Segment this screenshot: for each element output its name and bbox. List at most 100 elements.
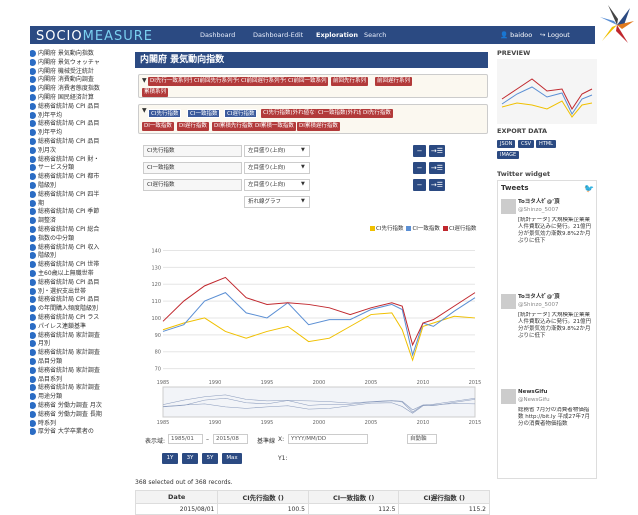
nav-dashboard-edit[interactable]: Dashboard-Edit [253,31,303,39]
sidebar-item[interactable]: 総務省統計局 家計調査 [30,366,130,375]
col-ci-coincident[interactable]: CI一致指数 () [307,490,400,504]
tweet-author[interactable]: Toヨタ人ｾﾞ@'頂 [518,199,594,206]
export-image-button[interactable]: IMAGE [497,151,520,159]
series-chip[interactable]: DI累積一致指数 [253,122,296,131]
sidebar-item[interactable]: 時系列 [30,419,130,428]
range-from-input[interactable]: 1985/01 [168,434,203,444]
nav-exploration[interactable]: Exploration [316,31,358,39]
sidebar-item[interactable]: の年間購入頻度階級別 [30,305,130,313]
sidebar-item[interactable]: 総務省統計局 CPI 総合 [30,226,130,234]
sidebar-item[interactable]: 別・選択支出世帯 [30,287,130,296]
sidebar-item[interactable]: 総務省統計局 CPI 四半 [30,190,130,199]
dataset-icon [30,375,36,383]
remove-series-button[interactable]: − [413,179,426,191]
category-chip[interactable]: 前回遅行系列 [375,77,413,86]
series-chip[interactable]: DI累積遅行指数 [297,122,340,131]
logout-link[interactable]: ↪ Logout [540,31,570,39]
sidebar-item[interactable]: 調整済 [30,217,130,225]
dataset-icon [30,129,36,137]
col-ci-lagging[interactable]: CI遅行指数 () [398,490,490,504]
tweet-author[interactable]: Toヨタ人ｾﾞ@'頂 [518,294,594,301]
zoom-max-button[interactable]: Max [222,453,242,464]
series-chip[interactable]: DI累積先行指数 [212,122,255,131]
series-chip[interactable]: DI一致指数 [142,122,174,131]
sidebar-item[interactable]: 総務省統計局 家計調査 [30,349,130,357]
category-chip[interactable]: CI前回遅行系列予想 [239,77,293,86]
export-html-button[interactable]: HTML [536,140,556,148]
sidebar-item[interactable]: 内閣府 景気ウォッチャ [30,58,130,67]
sidebar-item[interactable]: サービス分類 [30,164,130,172]
sidebar-item[interactable]: 期 [30,199,130,208]
sidebar-item[interactable]: 用途分類 [30,393,130,401]
sidebar-item[interactable]: 総務省統計局 CPI 品目 [30,102,130,111]
sidebar-item[interactable]: 総務省統計局 CPI 品目 [30,278,130,287]
sidebar-item[interactable]: 内閣府 国民経済計算 [30,94,130,102]
category-chip[interactable]: CI前回一致系列 [286,77,329,86]
sidebar-item[interactable]: 総務省統計局 家計調査 [30,384,130,392]
sidebar-item[interactable]: 内閣府 消費者態度指数 [30,85,130,93]
sidebar-item[interactable]: 総務省統計局 CPI 財・ [30,155,130,164]
sidebar-item[interactable]: 指数の中分類 [30,234,130,243]
nav-dashboard[interactable]: Dashboard [200,31,235,39]
sidebar-item[interactable]: 総務省 労働力調査 長期 [30,410,130,419]
sidebar-item[interactable]: 別年平均 [30,129,130,137]
category-chip[interactable]: 前回先行系列 [331,77,369,86]
sidebar-item[interactable]: 品目系列 [30,375,130,384]
sidebar-item[interactable]: 階級別 [30,252,130,260]
sidebar-item[interactable]: 階級別 [30,182,130,190]
series-chip[interactable]: CI遅行指数 [224,109,258,118]
sidebar-item[interactable]: 総務省統計局 CPI 収入 [30,243,130,252]
move-series-button[interactable]: →☰ [429,145,445,157]
category-chip[interactable]: 累積系列 [142,88,169,97]
logo[interactable]: SOCIOMEASURE [36,29,153,44]
series-chip[interactable]: CI先行指数 [148,109,182,118]
tweet-handle[interactable]: @Shinzo_5007 [518,302,594,309]
series-chip[interactable]: DI先行指数 [361,109,393,118]
nav-search[interactable]: Search [364,31,386,39]
baseline-x-input[interactable]: YYYY/MM/DD [288,434,368,444]
series-chip[interactable]: DI遅行指数 [177,122,209,131]
sidebar-item[interactable]: 別月次 [30,146,130,155]
sidebar-item[interactable]: 別年平均 [30,111,130,120]
series-chip[interactable]: CI一致指数 [187,109,221,118]
move-series-button[interactable]: →☰ [429,162,445,174]
zoom-1y-button[interactable]: 1Y [162,453,178,464]
sidebar-item[interactable]: 内閣府 消費動向調査 [30,76,130,84]
sidebar-item[interactable]: 品目分類 [30,358,130,366]
sidebar-item[interactable]: 厚労省 大学卒業者の [30,428,130,436]
expand-chevron-icon[interactable]: ▼ [142,77,147,84]
category-chip[interactable]: CI前回先行系列予想 [192,77,246,86]
move-series-button[interactable]: →☰ [429,179,445,191]
sidebar-item[interactable]: 主60歳以上無職世帯 [30,270,130,278]
sidebar-item[interactable]: 総務省統計局 CPI 品目 [30,296,130,304]
sidebar-item[interactable]: 内閣府 機械受注統計 [30,67,130,76]
sidebar-item[interactable]: 内閣府 景気動向指数 [30,50,130,58]
expand-chevron-icon[interactable]: ▼ [142,107,147,114]
remove-series-button[interactable]: − [413,145,426,157]
sidebar-item[interactable]: 総務省統計局 家計調査 [30,331,130,340]
sidebar-item[interactable]: 総務省統計局 CPI 品目 [30,138,130,146]
tweet-author[interactable]: NewsGifu [518,389,594,396]
export-json-button[interactable]: JSON [497,140,516,148]
sidebar-item[interactable]: 総務省統計局 CPI 品目 [30,120,130,128]
series-chip[interactable]: CI先行指数(外れ値なし) [261,109,325,118]
sidebar-item[interactable]: パイレス連鎖基準 [30,322,130,331]
zoom-3y-button[interactable]: 3Y [182,453,198,464]
export-csv-button[interactable]: CSV [518,140,535,148]
col-ci-leading[interactable]: CI先行指数 () [217,490,309,504]
user-menu[interactable]: 👤 baidoo [500,31,532,39]
tweet-handle[interactable]: @NewsGifu [518,397,594,404]
legend-swatch [442,226,448,231]
tweet-handle[interactable]: @Shinzo_5007 [518,207,594,214]
sidebar-item[interactable]: 月別 [30,340,130,348]
col-date[interactable]: Date [134,490,219,504]
sidebar-item[interactable]: 総務省統計局 CPI 季節 [30,208,130,216]
sidebar-item[interactable]: 総務省統計局 CPI 世帯 [30,261,130,269]
sidebar-item[interactable]: 総務省統計局 CPI ラス [30,314,130,322]
remove-series-button[interactable]: − [413,162,426,174]
zoom-5y-button[interactable]: 5Y [202,453,218,464]
range-to-input[interactable]: 2015/08 [213,434,248,444]
sidebar-item[interactable]: 総務省 労働力調査 月次 [30,402,130,410]
sidebar-item[interactable]: 総務省統計局 CPI 都市 [30,173,130,181]
axis-select[interactable]: 自動軸 [407,434,437,444]
